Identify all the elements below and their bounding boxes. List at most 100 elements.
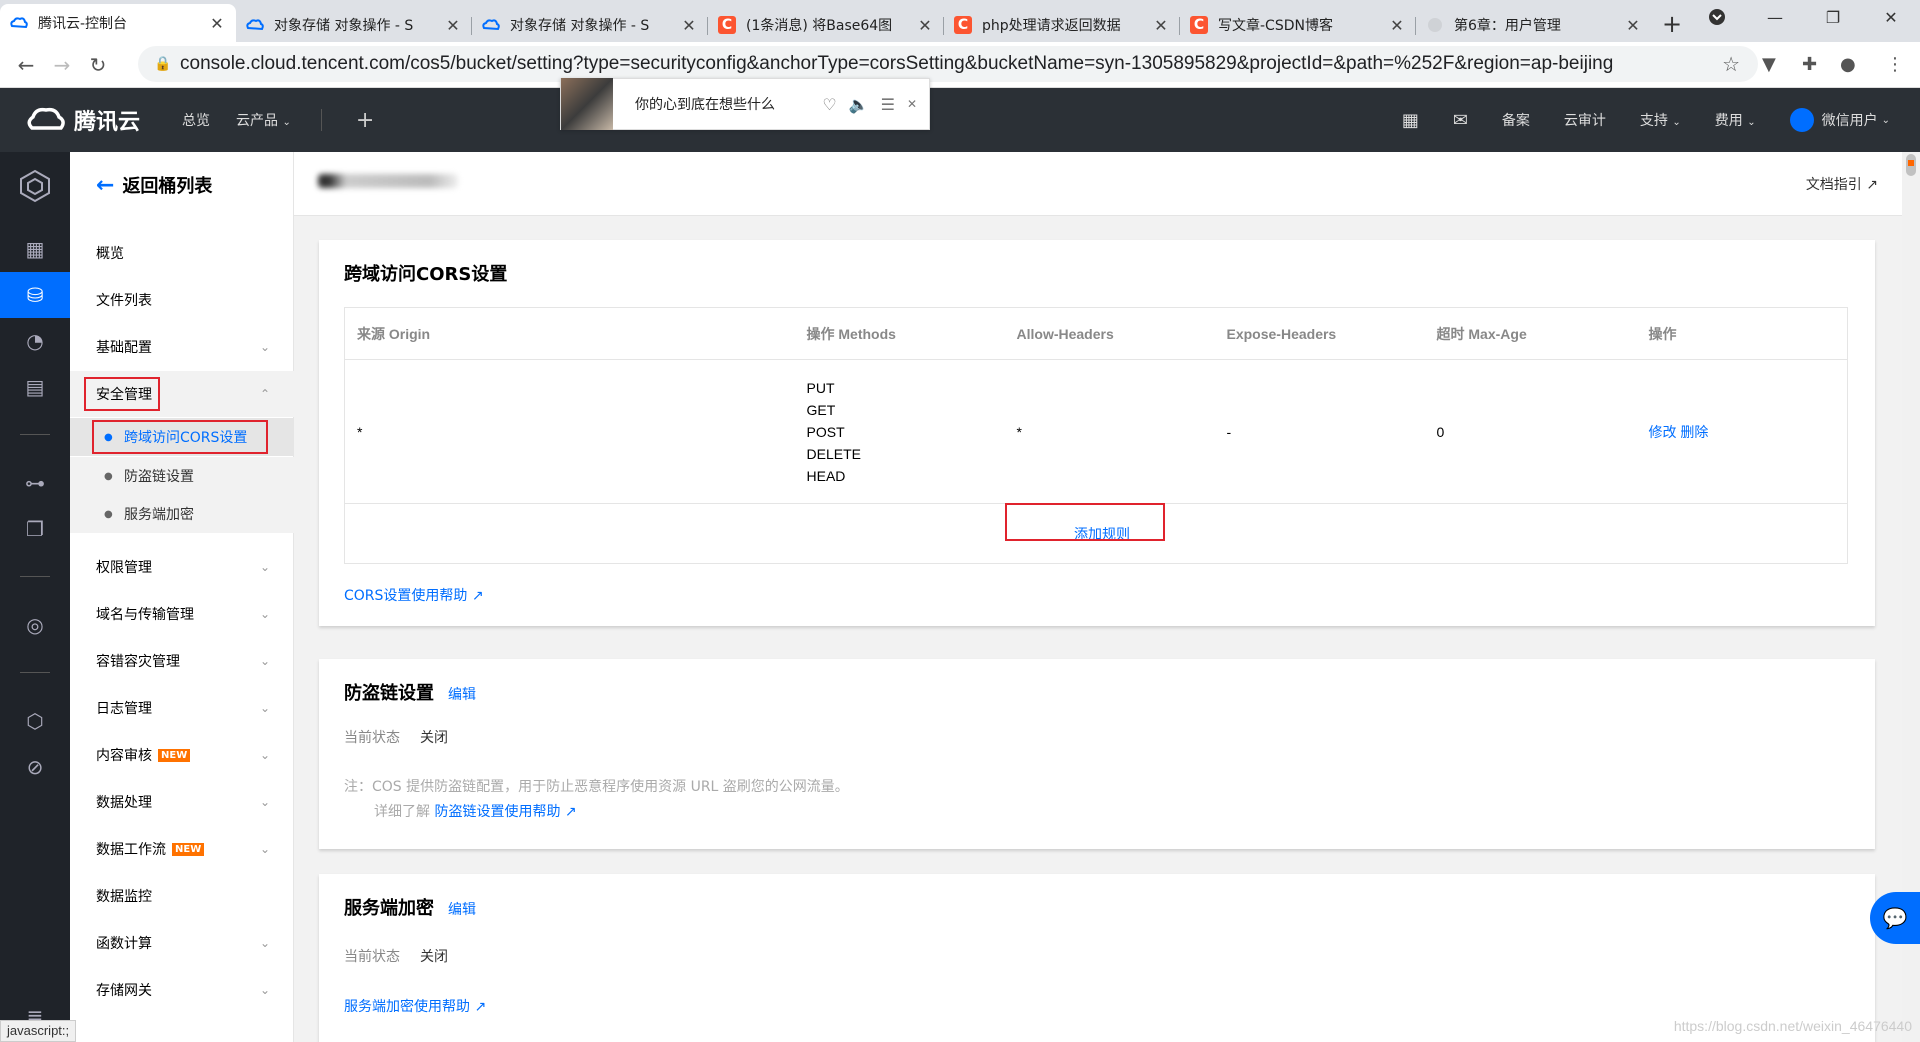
storage-icon[interactable]: ⛁ bbox=[0, 272, 70, 318]
chat-support-button[interactable]: 💬 bbox=[1870, 892, 1920, 944]
sidebar-item-logs[interactable]: 日志管理 ⌄ bbox=[70, 685, 294, 731]
sidebar-item-basic-config[interactable]: 基础配置 ⌄ bbox=[70, 324, 294, 370]
qrcode-icon[interactable]: ▦ bbox=[1402, 110, 1419, 131]
close-tab-icon[interactable]: ✕ bbox=[1152, 16, 1170, 35]
tencent-cloud-logo[interactable]: 腾讯云 bbox=[26, 104, 140, 136]
encryption-help-link[interactable]: 服务端加密使用帮助 ↗ bbox=[344, 996, 486, 1016]
cors-title: 跨域访问CORS设置 bbox=[344, 264, 508, 285]
browser-tab-2[interactable]: 对象存储 对象操作 - S ✕ bbox=[236, 8, 472, 42]
extensions-puzzle-icon[interactable]: ✚ bbox=[1802, 54, 1817, 75]
target-icon[interactable]: ◎ bbox=[0, 602, 70, 648]
nav-filing[interactable]: 备案 bbox=[1502, 110, 1530, 130]
copy-icon[interactable]: ❐ bbox=[0, 506, 70, 552]
bookmark-star-icon[interactable]: ☆ bbox=[1722, 52, 1740, 77]
sidebar-item-data-monitor[interactable]: 数据监控 bbox=[70, 873, 294, 919]
cell-expose-headers: - bbox=[1226, 423, 1232, 440]
sidebar-item-content-audit[interactable]: 内容审核 NEW ⌄ bbox=[70, 732, 294, 778]
col-max-age: 超时 Max-Age bbox=[1424, 307, 1637, 360]
nav-overview[interactable]: 总览 bbox=[182, 110, 210, 130]
pie-chart-icon[interactable]: ◔ bbox=[0, 318, 70, 364]
close-tab-icon[interactable]: ✕ bbox=[1624, 16, 1642, 35]
close-tab-icon[interactable]: ✕ bbox=[444, 16, 462, 35]
forward-icon[interactable]: → bbox=[44, 53, 80, 77]
heart-icon[interactable]: ♡ bbox=[822, 95, 836, 114]
nav-support[interactable]: 支持 ⌄ bbox=[1640, 110, 1681, 130]
bucket-sidebar: ← 返回桶列表 概览 文件列表 基础配置 ⌄ 安全管理 ⌃ ● 跨域访问CORS设置 ●… bbox=[70, 152, 294, 1042]
sidebar-item-data-processing[interactable]: 数据处理 ⌄ bbox=[70, 779, 294, 825]
new-tab-button[interactable]: + bbox=[1652, 8, 1692, 42]
edit-rule-link[interactable]: 修改 bbox=[1649, 424, 1677, 440]
close-window-icon[interactable]: ✕ bbox=[1862, 0, 1920, 34]
user-menu[interactable]: 微信用户 ⌄ bbox=[1789, 108, 1890, 132]
console-top-bar: 腾讯云 总览 云产品 ⌄ + ▦ ✉ 备案 云审计 支持 ⌄ 费用 ⌄ 微信用户… bbox=[0, 88, 1920, 152]
browser-tab-6[interactable]: C 写文章-CSDN博客 ✕ bbox=[1180, 8, 1416, 42]
csdn-icon: C bbox=[1190, 16, 1208, 34]
sidebar-item-storage-gateway[interactable]: 存储网关 ⌄ bbox=[70, 967, 294, 1013]
sidebar-item-overview[interactable]: 概览 bbox=[70, 230, 294, 276]
hotlink-edit-link[interactable]: 编辑 bbox=[448, 687, 476, 703]
bucket-header: 文档指引 ↗ bbox=[294, 152, 1902, 216]
hotlink-title: 防盗链设置 bbox=[344, 683, 434, 704]
close-tab-icon[interactable]: ✕ bbox=[680, 16, 698, 35]
browser-tab-4[interactable]: C (1条消息) 将Base64图 ✕ bbox=[708, 8, 944, 42]
back-to-bucket-list[interactable]: ← 返回桶列表 bbox=[96, 172, 212, 198]
sidebar-sub-encryption[interactable]: ● 服务端加密 bbox=[70, 495, 294, 533]
sidebar-item-data-workflow[interactable]: 数据工作流 NEW ⌄ bbox=[70, 826, 294, 872]
sidebar-item-domain[interactable]: 域名与传输管理 ⌄ bbox=[70, 591, 294, 637]
sidebar-sub-hotlink[interactable]: ● 防盗链设置 bbox=[70, 457, 294, 495]
sidebar-item-permissions[interactable]: 权限管理 ⌄ bbox=[70, 544, 294, 590]
close-tab-icon[interactable]: ✕ bbox=[916, 16, 934, 35]
hotlink-help-link[interactable]: 防盗链设置使用帮助 bbox=[434, 804, 560, 820]
minimize-icon[interactable]: — bbox=[1746, 0, 1804, 34]
browser-menu-icon[interactable]: ⋮ bbox=[1886, 54, 1904, 75]
address-toolbar: ← → ↻ 🔒 console.cloud.tencent.com/cos5/b… bbox=[0, 42, 1920, 88]
browser-tab-7[interactable]: 第6章：用户管理 ✕ bbox=[1416, 8, 1652, 42]
extension-v-icon[interactable]: ▼ bbox=[1762, 54, 1776, 75]
csdn-icon: C bbox=[954, 16, 972, 34]
hexagon-icon[interactable]: ⬡ bbox=[0, 698, 70, 744]
encryption-title: 服务端加密 bbox=[344, 898, 434, 919]
close-tab-icon[interactable]: ✕ bbox=[208, 14, 226, 33]
external-link-icon: ↗ bbox=[471, 588, 484, 604]
tab-search-icon[interactable] bbox=[1688, 0, 1746, 34]
sidebar-item-file-list[interactable]: 文件列表 bbox=[70, 277, 294, 323]
restore-icon[interactable]: ❐ bbox=[1804, 0, 1862, 34]
cube-logo-icon[interactable] bbox=[0, 156, 70, 216]
browser-tab-bar: 腾讯云-控制台 ✕ 对象存储 对象操作 - S ✕ 对象存储 对象操作 - S … bbox=[0, 0, 1920, 42]
nav-billing[interactable]: 费用 ⌄ bbox=[1715, 110, 1756, 130]
mail-icon[interactable]: ✉ bbox=[1453, 110, 1468, 131]
nav-products[interactable]: 云产品 ⌄ bbox=[236, 110, 291, 130]
close-tab-icon[interactable]: ✕ bbox=[1388, 16, 1406, 35]
cors-help-link[interactable]: CORS设置使用帮助 ↗ bbox=[344, 585, 484, 605]
delete-rule-link[interactable]: 删除 bbox=[1680, 424, 1708, 440]
doc-guide-link[interactable]: 文档指引 ↗ bbox=[1806, 174, 1878, 194]
encryption-card: 服务端加密 编辑 当前状态 关闭 服务端加密使用帮助 ↗ bbox=[319, 874, 1875, 1042]
sidebar-item-function[interactable]: 函数计算 ⌄ bbox=[70, 920, 294, 966]
sidebar-item-fault-tolerance[interactable]: 容错容灾管理 ⌄ bbox=[70, 638, 294, 684]
browser-tab-3[interactable]: 对象存储 对象操作 - S ✕ bbox=[472, 8, 708, 42]
url-bar[interactable]: 🔒 console.cloud.tencent.com/cos5/bucket/… bbox=[138, 46, 1758, 82]
back-icon[interactable]: ← bbox=[8, 53, 44, 77]
workflow-icon[interactable]: ⊶ bbox=[0, 460, 70, 506]
playlist-icon[interactable]: ☰ bbox=[881, 95, 895, 114]
browser-tab-5[interactable]: C php处理请求返回数据 ✕ bbox=[944, 8, 1180, 42]
nav-cloud-audit[interactable]: 云审计 bbox=[1564, 110, 1606, 130]
add-shortcut-icon[interactable]: + bbox=[356, 108, 374, 133]
tab-title: (1条消息) 将Base64图 bbox=[746, 18, 893, 34]
highlight-add-rule bbox=[1005, 503, 1165, 541]
document-chart-icon[interactable]: ▤ bbox=[0, 364, 70, 410]
hotlink-card: 防盗链设置 编辑 当前状态 关闭 注：COS 提供防盗链配置，用于防止恶意程序使用资… bbox=[319, 659, 1875, 849]
compass-icon[interactable]: ⊘ bbox=[0, 744, 70, 790]
profile-icon[interactable]: ● bbox=[1840, 54, 1856, 75]
volume-icon[interactable]: 🔈 bbox=[849, 95, 869, 114]
dashboard-icon[interactable]: ▦ bbox=[0, 226, 70, 272]
table-header-row: 来源 Origin 操作 Methods Allow-Headers Expos… bbox=[344, 307, 1848, 360]
browser-tab-1[interactable]: 腾讯云-控制台 ✕ bbox=[0, 4, 236, 42]
chevron-down-icon: ⌄ bbox=[1881, 114, 1890, 126]
encryption-edit-link[interactable]: 编辑 bbox=[448, 902, 476, 918]
reload-icon[interactable]: ↻ bbox=[80, 53, 116, 77]
cell-methods: PUT GET POST DELETE HEAD bbox=[806, 379, 861, 484]
chevron-down-icon: ⌄ bbox=[282, 117, 291, 128]
close-popup-icon[interactable]: ✕ bbox=[907, 97, 917, 111]
top-bar-right: ▦ ✉ 备案 云审计 支持 ⌄ 费用 ⌄ 微信用户 ⌄ bbox=[1402, 88, 1890, 152]
